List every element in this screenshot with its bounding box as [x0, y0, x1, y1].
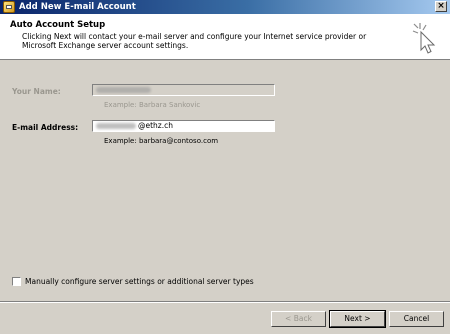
next-button[interactable]: Next >	[329, 310, 386, 328]
cancel-button[interactable]: Cancel	[389, 311, 444, 327]
email-hint: Example: barbara@contoso.com	[104, 137, 219, 145]
header-panel: Auto Account Setup Clicking Next will co…	[0, 14, 450, 60]
manual-config-label[interactable]: Manually configure server settings or ad…	[25, 277, 254, 286]
name-label: Your Name:	[12, 87, 61, 96]
page-description: Clicking Next will contact your e-mail s…	[22, 32, 367, 50]
name-hint: Example: Barbara Sankovic	[104, 101, 201, 109]
title-bar: Add New E-mail Account ×	[0, 0, 450, 14]
back-button[interactable]: < Back	[271, 311, 326, 327]
manual-config-checkbox[interactable]	[12, 277, 21, 286]
redacted-text	[96, 123, 136, 129]
window-title: Add New E-mail Account	[19, 2, 136, 12]
email-field[interactable]: @ethz.ch	[92, 120, 275, 132]
name-field[interactable]	[92, 84, 275, 96]
close-button[interactable]: ×	[435, 1, 447, 12]
footer-separator	[0, 301, 450, 303]
outlook-envelope-icon	[3, 1, 15, 13]
page-heading: Auto Account Setup	[10, 20, 106, 30]
cursor-sparkle-icon	[412, 23, 436, 54]
redacted-text	[96, 87, 151, 93]
email-domain: @ethz.ch	[138, 121, 174, 130]
email-label: E-mail Address:	[12, 123, 79, 132]
